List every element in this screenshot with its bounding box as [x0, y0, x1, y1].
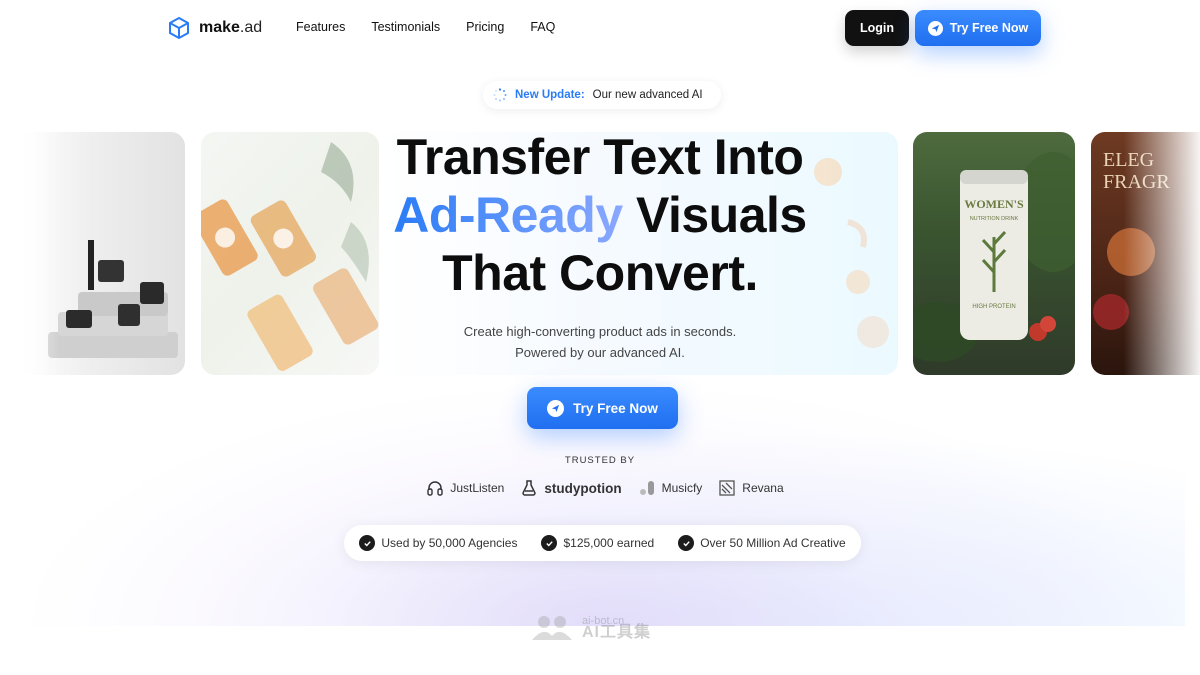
trusted-by-label: TRUSTED BY [564, 455, 636, 466]
loading-spinner-icon [493, 88, 507, 102]
card4-sub: NUTRITION DRINK [970, 216, 1019, 222]
stat-creatives-label: Over 50 Million Ad Creative [700, 536, 846, 550]
update-label: New Update: [515, 89, 585, 101]
check-icon [678, 535, 695, 551]
hero-subtitle: Create high-converting product ads in se… [300, 321, 900, 363]
nav-links: Features Testimonials Pricing FAQ [296, 20, 555, 34]
watermark-text: ai-bot.cn AI工具集 [582, 615, 652, 641]
card4-badge: HIGH PROTEIN [972, 304, 1015, 310]
product-image-fragrance: ELEG FRAGR [1091, 132, 1200, 375]
brand-justlisten-label: JustListen [450, 481, 505, 495]
stat-earned-label: $125,000 earned [563, 536, 655, 550]
product-image-womens-drink: WOMEN'S NUTRITION DRINK HIGH PROTEIN [913, 132, 1075, 375]
try-free-now-cta-label: Try Free Now [573, 400, 658, 416]
watermark-logo-icon [532, 616, 572, 640]
card4-title: WOMEN'S [964, 197, 1024, 211]
nav-link-pricing[interactable]: Pricing [466, 20, 504, 34]
stats-bar: Used by 50,000 Agencies $125,000 earned … [344, 525, 861, 561]
trusted-logos: JustListen studypotion Musicfy Revana [415, 479, 795, 497]
send-icon [927, 20, 943, 36]
watermark: ai-bot.cn AI工具集 [530, 612, 651, 642]
nav-link-faq[interactable]: FAQ [530, 20, 555, 34]
hero-line-2-rest: Visuals [636, 187, 807, 243]
stat-agencies-label: Used by 50,000 Agencies [381, 536, 518, 550]
brand-justlisten: JustListen [426, 479, 504, 497]
stat-agencies: Used by 50,000 Agencies [359, 535, 517, 551]
top-nav: make.ad Features Testimonials Pricing FA… [0, 0, 1200, 56]
music-note-icon [639, 481, 654, 495]
hero-line-2: Ad-Ready Visuals [300, 186, 900, 244]
logo-cube-icon [169, 16, 189, 40]
stat-creatives: Over 50 Million Ad Creative [678, 535, 846, 551]
send-icon [547, 399, 565, 417]
logo[interactable]: make.ad [167, 16, 262, 40]
nav-link-features[interactable]: Features [296, 20, 345, 34]
hero-subtitle-line-2: Powered by our advanced AI. [515, 345, 685, 360]
try-free-now-nav-label: Try Free Now [949, 21, 1029, 35]
left-fade-overlay [0, 120, 60, 390]
hero-subtitle-line-1: Create high-converting product ads in se… [463, 324, 737, 339]
new-update-pill[interactable]: New Update: Our new advanced AI [483, 81, 721, 109]
login-button[interactable]: Login [845, 10, 909, 46]
nav-link-testimonials[interactable]: Testimonials [371, 20, 440, 34]
brand-studypotion-label: studypotion [544, 480, 622, 496]
brand-revana-label: Revana [742, 481, 784, 495]
stat-earned: $125,000 earned [541, 535, 654, 551]
hero-line-3: That Convert. [442, 245, 758, 301]
hero-line-1: Transfer Text Into [396, 129, 804, 185]
check-icon [541, 535, 558, 551]
update-text: Our new advanced AI [592, 89, 703, 101]
brand-musicfy: Musicfy [638, 479, 703, 497]
hero-accent-text: Ad-Ready [393, 187, 623, 243]
brand-musicfy-label: Musicfy [661, 481, 703, 495]
brand-studypotion: studypotion [520, 479, 622, 497]
check-icon [359, 535, 376, 551]
card5-title-1: ELEG [1103, 149, 1154, 171]
revana-logo-icon [719, 480, 735, 496]
try-free-now-cta-button[interactable]: Try Free Now [527, 387, 678, 429]
brand-revana: Revana [718, 479, 784, 497]
headphones-icon [427, 481, 444, 496]
watermark-line-2: AI工具集 [582, 624, 652, 641]
try-free-now-nav-button[interactable]: Try Free Now [915, 10, 1041, 46]
hero-heading: Transfer Text Into Ad-Ready Visuals That… [300, 128, 900, 302]
card5-title-2: FRAGR [1103, 171, 1170, 193]
potion-icon [522, 480, 537, 496]
logo-text: make.ad [199, 19, 263, 36]
